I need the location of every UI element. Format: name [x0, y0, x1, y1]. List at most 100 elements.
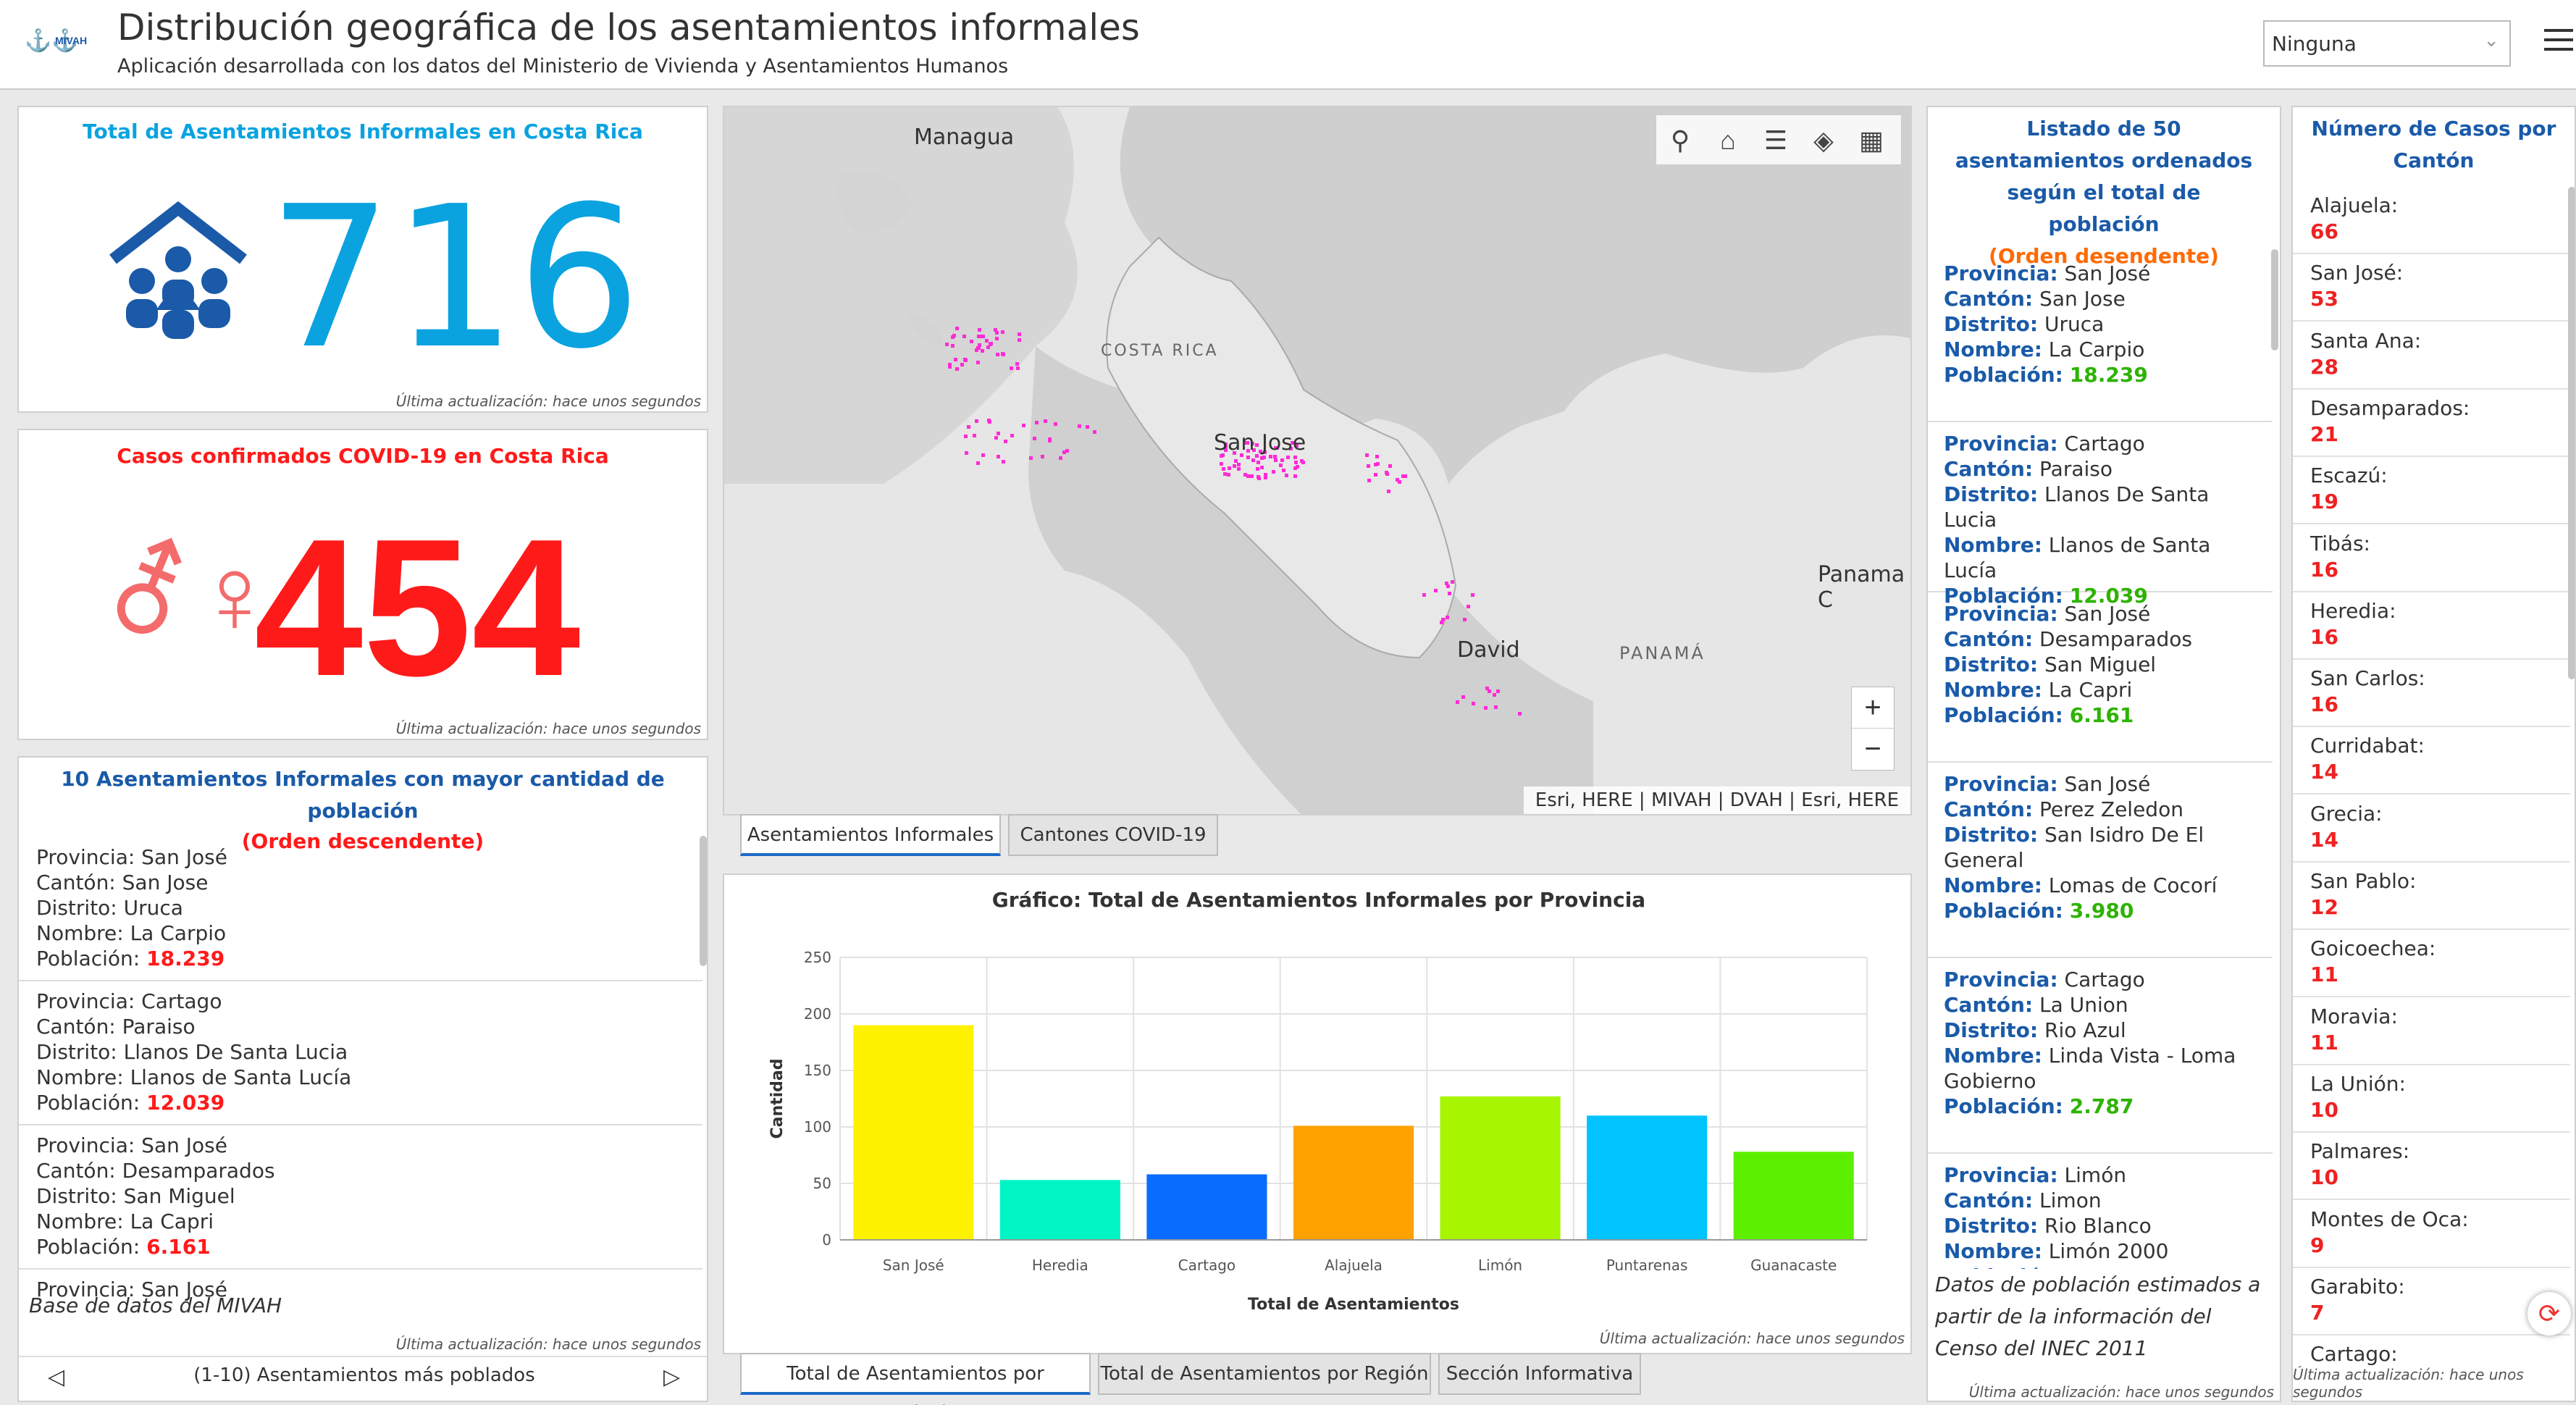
settlement-point[interactable]: [1236, 463, 1241, 467]
settlement-point[interactable]: [1228, 466, 1232, 471]
tab-cantones-covid[interactable]: Cantones COVID-19: [1008, 814, 1218, 856]
settlement-point[interactable]: [1495, 689, 1500, 693]
canton-item[interactable]: La Unión: 10: [2293, 1065, 2570, 1133]
settlement-point[interactable]: [989, 342, 994, 346]
bar-6[interactable]: [1733, 1152, 1854, 1240]
canton-item[interactable]: San Carlos: 16: [2293, 660, 2570, 728]
search-icon[interactable]: ⚲: [1662, 122, 1698, 159]
settlement-point[interactable]: [1029, 456, 1033, 461]
settlement-point[interactable]: [1032, 436, 1036, 440]
settlement-point[interactable]: [969, 340, 973, 343]
settlement-point[interactable]: [1251, 458, 1256, 463]
canton-item[interactable]: Curridabat: 14: [2293, 727, 2570, 795]
settlement-point[interactable]: [996, 454, 1000, 458]
list50-item[interactable]: Provincia: Cartago Cantón: Paraiso Distrit…: [1928, 422, 2273, 608]
list50-item[interactable]: Provincia: Cartago Cantón: La Union Distri…: [1928, 958, 2273, 1154]
canton-item[interactable]: Desamparados: 21: [2293, 390, 2570, 457]
settlement-point[interactable]: [1471, 592, 1475, 597]
settlement-point[interactable]: [1243, 473, 1247, 477]
settlement-point[interactable]: [1260, 456, 1264, 461]
settlement-point[interactable]: [1259, 466, 1264, 470]
canton-item[interactable]: Heredia: 16: [2293, 592, 2570, 660]
settlement-point[interactable]: [1300, 458, 1304, 463]
settlement-point[interactable]: [955, 327, 960, 330]
canton-item[interactable]: Montes de Oca: 9: [2293, 1201, 2570, 1268]
settlement-point[interactable]: [1367, 478, 1371, 482]
settlement-point[interactable]: [1048, 439, 1052, 443]
settlement-point[interactable]: [953, 358, 957, 362]
bar-3[interactable]: [1293, 1125, 1414, 1240]
settlement-point[interactable]: [1010, 434, 1014, 438]
settlement-point[interactable]: [1256, 466, 1260, 471]
canton-item[interactable]: Grecia: 14: [2293, 795, 2570, 863]
settlement-point[interactable]: [986, 419, 991, 423]
settlement-point[interactable]: [1294, 461, 1299, 465]
settlement-point[interactable]: [1471, 701, 1475, 705]
filter-select[interactable]: Ninguna ⌄: [2263, 20, 2511, 67]
bar-4[interactable]: [1440, 1096, 1561, 1240]
canton-item[interactable]: San Pablo: 12: [2293, 863, 2570, 930]
settlement-point[interactable]: [1000, 330, 1004, 334]
settlement-point[interactable]: [1065, 448, 1070, 453]
settlement-point[interactable]: [1280, 458, 1284, 462]
canton-item[interactable]: Santa Ana: 28: [2293, 322, 2570, 390]
settlement-point[interactable]: [1493, 705, 1498, 710]
settlement-point[interactable]: [1002, 460, 1006, 464]
settlement-point[interactable]: [972, 434, 976, 438]
settlement-point[interactable]: [1384, 470, 1388, 474]
settlement-point[interactable]: [1422, 593, 1427, 597]
hamburger-icon[interactable]: [2544, 26, 2573, 55]
settlement-point[interactable]: [1388, 464, 1392, 469]
settlement-point[interactable]: [1445, 615, 1449, 619]
cantones-scrollbar[interactable]: [2568, 187, 2575, 679]
settlement-point[interactable]: [1043, 419, 1047, 424]
settlement-point[interactable]: [1257, 476, 1262, 480]
settlement-point[interactable]: [1219, 462, 1223, 466]
settlement-point[interactable]: [1463, 618, 1467, 622]
settlement-point[interactable]: [1285, 473, 1289, 477]
settlement-point[interactable]: [966, 425, 970, 429]
top10-list-item[interactable]: Provincia: Cartago Cantón: Paraiso Distrit…: [19, 981, 702, 1125]
settlement-point[interactable]: [964, 434, 968, 438]
canton-item[interactable]: San José: 53: [2293, 254, 2570, 322]
tab-total-por-region[interactable]: Total de Asentamientos por Región: [1098, 1353, 1431, 1395]
settlement-point[interactable]: [1093, 429, 1097, 434]
settlement-point[interactable]: [1003, 440, 1007, 444]
zoom-out-button[interactable]: −: [1852, 729, 1894, 770]
settlement-point[interactable]: [1034, 421, 1039, 425]
settlement-point[interactable]: [980, 348, 984, 353]
settlement-point[interactable]: [1467, 604, 1471, 608]
settlement-point[interactable]: [1001, 352, 1005, 356]
bar-0[interactable]: [853, 1025, 974, 1240]
settlement-point[interactable]: [1485, 687, 1490, 691]
list50-item[interactable]: Provincia: Limón Cantón: Limon Distrito: R…: [1928, 1154, 2273, 1280]
settlement-point[interactable]: [1376, 462, 1380, 466]
settlement-point[interactable]: [1016, 366, 1020, 371]
settlement-point[interactable]: [997, 431, 1001, 435]
settlement-point[interactable]: [976, 461, 980, 466]
settlement-point[interactable]: [1493, 692, 1497, 697]
settlement-point[interactable]: [1041, 454, 1045, 458]
settlement-point[interactable]: [1286, 455, 1291, 459]
settlement-point[interactable]: [1233, 464, 1237, 468]
settlement-point[interactable]: [1456, 700, 1459, 705]
tab-total-por-provincia[interactable]: Total de Asentamientos por Provincia: [740, 1353, 1091, 1405]
settlement-point[interactable]: [1387, 489, 1391, 493]
map-panel[interactable]: Managua COSTA RICA San Jose Panama C Dav…: [723, 106, 1912, 815]
settlement-point[interactable]: [1249, 474, 1254, 479]
settlement-point[interactable]: [1236, 466, 1241, 471]
settlement-point[interactable]: [1433, 588, 1438, 592]
settlement-point[interactable]: [1053, 422, 1057, 427]
settlement-point[interactable]: [981, 453, 986, 457]
settlement-point[interactable]: [994, 331, 999, 335]
settlement-point[interactable]: [962, 357, 967, 361]
canton-item[interactable]: Alajuela: 66: [2293, 187, 2570, 254]
settlement-point[interactable]: [945, 342, 949, 346]
canton-item[interactable]: Garabito: 7: [2293, 1268, 2570, 1335]
settlement-point[interactable]: [1403, 474, 1407, 478]
zoom-in-button[interactable]: +: [1852, 687, 1894, 729]
canton-item[interactable]: Palmares: 10: [2293, 1133, 2570, 1201]
canton-item[interactable]: Escazú: 19: [2293, 457, 2570, 525]
settlement-point[interactable]: [1010, 366, 1014, 371]
bar-5[interactable]: [1587, 1115, 1708, 1240]
